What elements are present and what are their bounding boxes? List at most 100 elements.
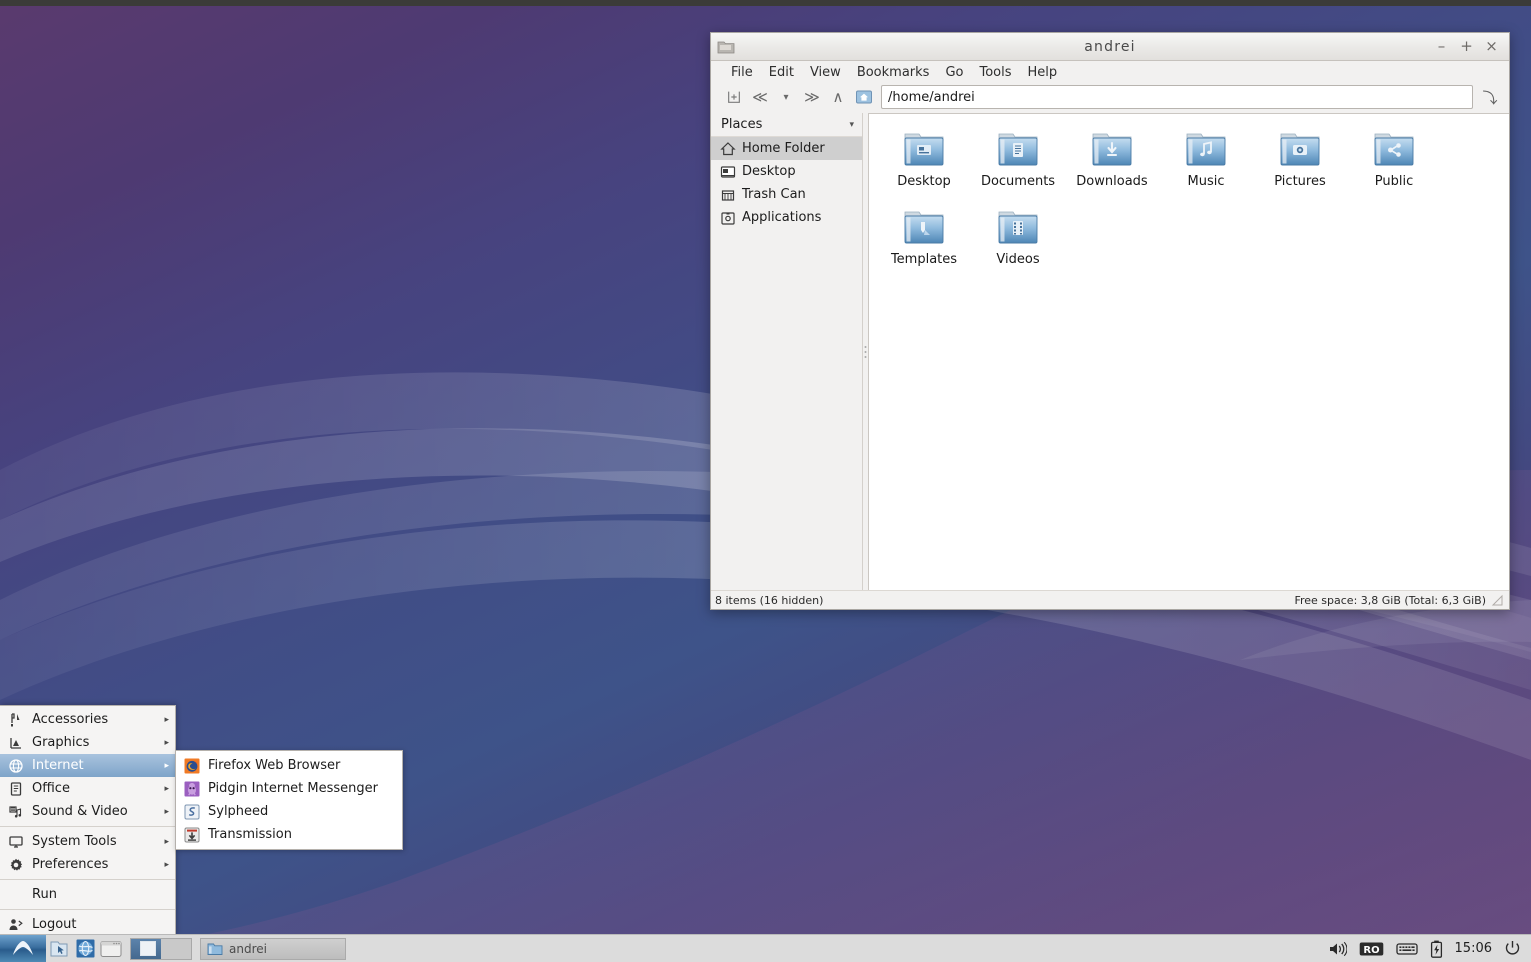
folder-documents-icon: [994, 128, 1042, 170]
folder-downloads-icon: [1088, 128, 1136, 170]
task-button-label: andrei: [229, 942, 267, 956]
home-icon[interactable]: [851, 85, 877, 109]
path-value: /home/andrei: [888, 90, 975, 105]
chevron-right-icon: ▸: [164, 784, 171, 794]
menu-file[interactable]: File: [723, 64, 761, 81]
forward-button[interactable]: ≫: [799, 85, 825, 109]
taskbar[interactable]: andrei RO: [0, 934, 1531, 962]
menu-help[interactable]: Help: [1020, 64, 1066, 81]
keyboard-icon[interactable]: [1396, 941, 1418, 957]
file-item-downloads[interactable]: Downloads: [1065, 124, 1159, 202]
file-manager-icon: [49, 940, 69, 958]
window-titlebar[interactable]: andrei – + ×: [711, 33, 1509, 61]
places-header[interactable]: Places ▾: [711, 113, 862, 137]
menu-item-logout[interactable]: Logout: [0, 913, 175, 936]
file-item-pictures[interactable]: Pictures: [1253, 124, 1347, 202]
menu-item-label: Accessories: [32, 712, 164, 727]
menu-bookmarks[interactable]: Bookmarks: [849, 64, 938, 81]
minimize-button[interactable]: –: [1434, 39, 1449, 54]
chevron-right-icon: ▸: [164, 837, 171, 847]
menu-item-graphics[interactable]: Graphics ▸: [0, 731, 175, 754]
toolbar[interactable]: ≪ ▾ ≫ ∧ /home/andrei ⤵: [711, 83, 1509, 113]
folder-desktop-icon: [900, 128, 948, 170]
quicklaunch-file-manager[interactable]: [46, 935, 72, 962]
sidebar-item-label: Home Folder: [742, 141, 825, 156]
workspace-window-preview: [140, 941, 156, 956]
desktop[interactable]: andrei – + × File Edit View Bookmarks Go…: [0, 0, 1531, 962]
volume-icon[interactable]: [1328, 941, 1347, 957]
workspace-2[interactable]: [161, 939, 191, 959]
menu-edit[interactable]: Edit: [761, 64, 802, 81]
file-label: Downloads: [1076, 174, 1147, 189]
new-tab-icon[interactable]: [721, 85, 747, 109]
submenu-item-label: Sylpheed: [208, 804, 268, 819]
window-title: andrei: [711, 39, 1509, 55]
quicklaunch-web-browser[interactable]: [72, 935, 98, 962]
system-tray[interactable]: RO: [1328, 940, 1531, 958]
submenu-item-sylpheed[interactable]: Sylpheed: [176, 800, 402, 823]
workspace-switcher[interactable]: [130, 938, 192, 960]
sidebar-item-desktop[interactable]: Desktop: [711, 160, 862, 183]
up-button[interactable]: ∧: [825, 85, 851, 109]
chevron-down-icon[interactable]: ▾: [849, 120, 854, 130]
menu-go[interactable]: Go: [937, 64, 971, 81]
file-label: Public: [1375, 174, 1413, 189]
sound-video-icon: [8, 804, 24, 820]
path-dropdown-button[interactable]: ⤵: [1477, 85, 1503, 109]
file-item-videos[interactable]: Videos: [971, 202, 1065, 280]
quicklaunch-terminal[interactable]: [98, 935, 124, 962]
sylpheed-icon: [184, 804, 200, 820]
task-button-andrei[interactable]: andrei: [200, 938, 346, 960]
menu-launcher-icon[interactable]: [0, 935, 46, 962]
sidebar-item-label: Trash Can: [742, 187, 806, 202]
power-icon[interactable]: [1504, 940, 1521, 957]
places-header-label: Places: [721, 117, 762, 132]
file-item-documents[interactable]: Documents: [971, 124, 1065, 202]
menu-view[interactable]: View: [802, 64, 849, 81]
sidebar-item-applications[interactable]: Applications: [711, 206, 862, 229]
menu-item-preferences[interactable]: Preferences ▸: [0, 853, 175, 876]
menu-item-system-tools[interactable]: System Tools ▸: [0, 830, 175, 853]
menubar[interactable]: File Edit View Bookmarks Go Tools Help: [711, 61, 1509, 83]
menu-item-run[interactable]: Run: [0, 883, 175, 906]
workspace-1[interactable]: [131, 939, 161, 959]
file-item-public[interactable]: Public: [1347, 124, 1441, 202]
chevron-right-icon: ▸: [164, 807, 171, 817]
folder-templates-icon: [900, 206, 948, 248]
file-item-desktop[interactable]: Desktop: [877, 124, 971, 202]
back-button[interactable]: ≪: [747, 85, 773, 109]
internet-submenu[interactable]: Firefox Web Browser Pidgin Internet Mess…: [175, 750, 403, 850]
history-dropdown-button[interactable]: ▾: [773, 85, 799, 109]
file-item-music[interactable]: Music: [1159, 124, 1253, 202]
resize-grip-icon[interactable]: [1491, 594, 1503, 606]
close-button[interactable]: ×: [1484, 39, 1499, 54]
svg-text:RO: RO: [1363, 944, 1379, 955]
file-manager-window[interactable]: andrei – + × File Edit View Bookmarks Go…: [710, 32, 1510, 610]
internet-globe-icon: [8, 758, 24, 774]
keyboard-layout-indicator[interactable]: RO: [1359, 941, 1384, 957]
menu-tools[interactable]: Tools: [971, 64, 1019, 81]
battery-icon[interactable]: [1430, 940, 1443, 958]
path-input[interactable]: /home/andrei: [881, 85, 1473, 109]
file-label: Music: [1188, 174, 1225, 189]
clock[interactable]: 15:06: [1455, 941, 1492, 956]
menu-item-label: Sound & Video: [32, 804, 164, 819]
submenu-item-label: Pidgin Internet Messenger: [208, 781, 378, 796]
menu-item-internet[interactable]: Internet ▸: [0, 754, 175, 777]
folder-music-icon: [1182, 128, 1230, 170]
submenu-item-transmission[interactable]: Transmission: [176, 823, 402, 846]
file-list-area[interactable]: Desktop Documents: [868, 113, 1509, 590]
places-sidebar[interactable]: Places ▾ Home Folder Desktop: [711, 113, 863, 590]
submenu-item-pidgin-internet-messenger[interactable]: Pidgin Internet Messenger: [176, 777, 402, 800]
maximize-button[interactable]: +: [1459, 39, 1474, 54]
menu-item-sound-and-video[interactable]: Sound & Video ▸: [0, 800, 175, 823]
sidebar-item-home-folder[interactable]: Home Folder: [711, 137, 862, 160]
application-menu[interactable]: Accessories ▸ Graphics ▸ Internet ▸: [0, 705, 176, 937]
submenu-item-firefox-web-browser[interactable]: Firefox Web Browser: [176, 754, 402, 777]
file-item-templates[interactable]: Templates: [877, 202, 971, 280]
window-controls[interactable]: – + ×: [1434, 39, 1503, 54]
sidebar-item-trash-can[interactable]: Trash Can: [711, 183, 862, 206]
splitter-grip-icon: [864, 340, 867, 364]
menu-item-accessories[interactable]: Accessories ▸: [0, 708, 175, 731]
menu-item-office[interactable]: Office ▸: [0, 777, 175, 800]
